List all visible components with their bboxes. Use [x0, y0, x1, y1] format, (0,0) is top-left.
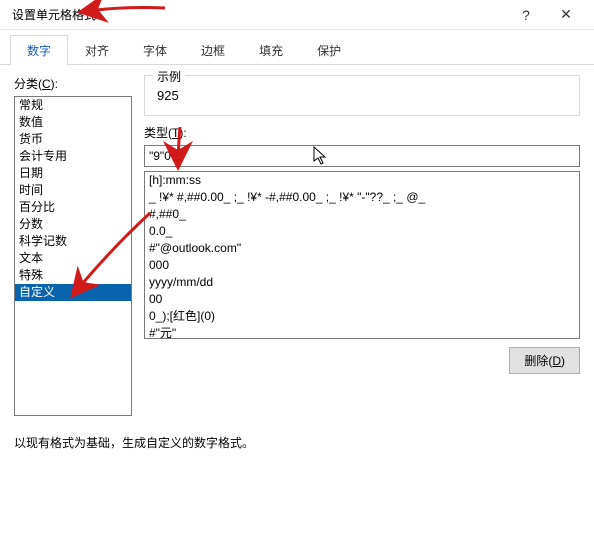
format-item[interactable]: _ !¥* #,##0.00_ ;_ !¥* -#,##0.00_ ;_ !¥*… — [145, 189, 579, 206]
help-icon[interactable]: ? — [506, 0, 546, 30]
category-item[interactable]: 数值 — [15, 114, 131, 131]
sample-group: 示例 925 — [144, 75, 580, 116]
window-title: 设置单元格格式 — [12, 6, 506, 23]
format-item[interactable]: [h]:mm:ss — [145, 172, 579, 189]
sample-value: 925 — [155, 86, 569, 105]
format-item[interactable]: yyyy/mm/dd — [145, 274, 579, 291]
category-column: 分类(C): 常规数值货币会计专用日期时间百分比分数科学记数文本特殊自定义 — [14, 75, 132, 416]
format-item[interactable]: 0_);[红色](0) — [145, 308, 579, 325]
category-item[interactable]: 特殊 — [15, 267, 131, 284]
right-column: 示例 925 类型(T): [h]:mm:ss_ !¥* #,##0.00_ ;… — [144, 75, 580, 416]
category-list[interactable]: 常规数值货币会计专用日期时间百分比分数科学记数文本特殊自定义 — [14, 96, 132, 416]
tab-fill[interactable]: 填充 — [242, 35, 300, 65]
category-item[interactable]: 时间 — [15, 182, 131, 199]
format-item[interactable]: #,##0_ — [145, 206, 579, 223]
tab-protection[interactable]: 保护 — [300, 35, 358, 65]
category-item[interactable]: 日期 — [15, 165, 131, 182]
tab-font[interactable]: 字体 — [126, 35, 184, 65]
dialog-body: 分类(C): 常规数值货币会计专用日期时间百分比分数科学记数文本特殊自定义 示例… — [0, 65, 594, 461]
category-item[interactable]: 分数 — [15, 216, 131, 233]
titlebar: 设置单元格格式 ? ✕ — [0, 0, 594, 30]
help-text: 以现有格式为基础，生成自定义的数字格式。 — [14, 434, 580, 451]
tab-border[interactable]: 边框 — [184, 35, 242, 65]
category-label: 分类(C): — [14, 75, 132, 92]
category-item[interactable]: 货币 — [15, 131, 131, 148]
format-item[interactable]: 0.0_ — [145, 223, 579, 240]
format-item[interactable]: #"@outlook.com" — [145, 240, 579, 257]
tab-number[interactable]: 数字 — [10, 35, 68, 65]
button-row: 删除(D) — [144, 347, 580, 374]
format-item[interactable]: 000 — [145, 257, 579, 274]
category-item[interactable]: 文本 — [15, 250, 131, 267]
format-list[interactable]: [h]:mm:ss_ !¥* #,##0.00_ ;_ !¥* -#,##0.0… — [144, 171, 580, 339]
category-item[interactable]: 常规 — [15, 97, 131, 114]
category-item[interactable]: 百分比 — [15, 199, 131, 216]
category-item[interactable]: 科学记数 — [15, 233, 131, 250]
format-item[interactable]: #"元" — [145, 325, 579, 339]
category-item[interactable]: 会计专用 — [15, 148, 131, 165]
tab-strip: 数字 对齐 字体 边框 填充 保护 — [0, 30, 594, 65]
category-item[interactable]: 自定义 — [15, 284, 131, 301]
delete-button[interactable]: 删除(D) — [509, 347, 580, 374]
format-item[interactable]: 00 — [145, 291, 579, 308]
type-input[interactable] — [144, 145, 580, 167]
close-icon[interactable]: ✕ — [546, 0, 586, 30]
type-label: 类型(T): — [144, 124, 580, 141]
sample-legend: 示例 — [153, 68, 185, 85]
tab-alignment[interactable]: 对齐 — [68, 35, 126, 65]
